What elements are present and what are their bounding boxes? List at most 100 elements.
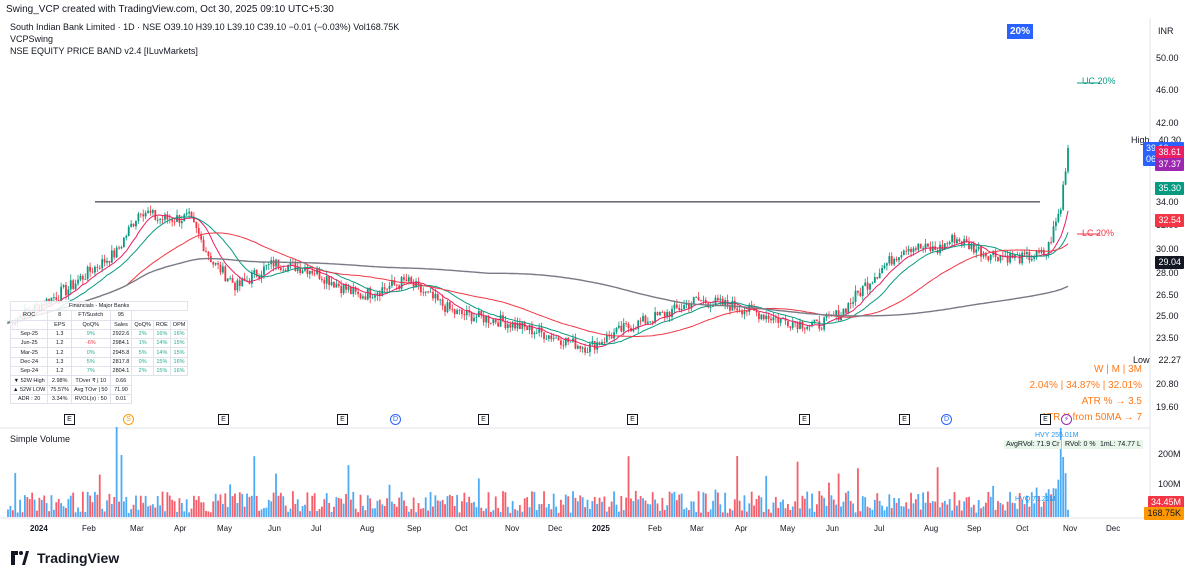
candle-body <box>115 247 118 258</box>
volume-bar <box>77 507 79 517</box>
volume-bar <box>463 492 466 517</box>
chart-canvas[interactable] <box>0 0 1200 577</box>
volume-bar <box>678 494 681 517</box>
tradingview-logo[interactable]: TradingView <box>8 550 119 566</box>
volume-bar <box>376 500 379 517</box>
volume-bar <box>135 495 137 517</box>
table-cell: QoQ% <box>71 319 111 330</box>
volume-bar <box>65 507 67 517</box>
candle-body <box>646 321 649 324</box>
volume-bar <box>567 496 570 517</box>
candle-body <box>922 248 925 249</box>
volume-bar <box>627 456 630 517</box>
candle-body <box>700 300 702 302</box>
volume-bar <box>36 510 38 517</box>
volume-bar <box>98 474 101 517</box>
candle-body <box>890 256 893 265</box>
event-marker[interactable]: E <box>1040 414 1051 425</box>
candle-body <box>929 246 932 251</box>
event-marker[interactable]: E <box>337 414 348 425</box>
volume-bar <box>521 511 524 517</box>
volume-bar <box>436 500 439 517</box>
indicator-vcpswing[interactable]: VCPSwing <box>10 33 399 45</box>
event-marker[interactable]: E <box>627 414 638 425</box>
candle-body <box>214 263 217 265</box>
volume-bar <box>284 505 287 517</box>
candle-body <box>550 335 553 340</box>
volume-bar <box>987 492 990 517</box>
candle-body <box>767 315 770 319</box>
candle-body <box>765 315 768 320</box>
volume-bar <box>656 503 659 517</box>
table-cell: 5% <box>131 347 154 358</box>
event-marker[interactable]: ⚡ <box>1061 414 1072 425</box>
event-marker[interactable]: E <box>799 414 810 425</box>
event-marker[interactable]: S <box>123 414 134 425</box>
event-marker[interactable]: D <box>390 414 401 425</box>
volume-bar <box>9 505 12 517</box>
candle-body <box>987 256 990 261</box>
volume-bar <box>391 501 393 517</box>
volume-bar <box>55 502 58 517</box>
event-marker[interactable]: E <box>899 414 910 425</box>
volume-bar <box>475 507 478 517</box>
volume-pane-title[interactable]: Simple Volume <box>10 434 70 444</box>
candle-body <box>188 211 190 214</box>
volume-bar <box>1023 504 1026 517</box>
candle-body <box>84 279 87 280</box>
candle-body <box>946 243 949 245</box>
volume-bar <box>854 512 857 517</box>
volume-bar <box>898 498 900 517</box>
volume-bar <box>477 478 480 517</box>
event-marker[interactable]: E <box>478 414 489 425</box>
volume-bar <box>1057 479 1060 517</box>
volume-bar <box>550 509 553 517</box>
currency-label[interactable]: INR <box>1158 26 1174 36</box>
volume-bar <box>970 507 973 517</box>
volume-bar <box>697 491 700 517</box>
volume-bar <box>84 511 87 517</box>
price-tick: 50.00 <box>1156 53 1179 63</box>
candle-body <box>147 210 149 213</box>
volume-bar <box>127 512 130 517</box>
volume-bar <box>823 497 826 517</box>
candle-body <box>492 319 495 324</box>
table-cell: 1% <box>131 338 154 349</box>
volume-bar <box>456 494 459 517</box>
volume-bar <box>777 507 780 517</box>
volume-bar <box>154 507 157 517</box>
candle-body <box>263 266 265 275</box>
time-axis[interactable]: 2024 Feb Mar Apr May Jun Jul Aug Sep Oct Nov Dec 202… <box>0 518 1150 536</box>
volume-bar <box>591 501 594 517</box>
volume-bar <box>603 496 606 517</box>
volume-bar <box>263 508 265 517</box>
candle-body <box>951 234 954 242</box>
table-cell: ▼ 52W High <box>9 375 49 386</box>
table-cell: TOver ₹ | 10 <box>71 375 111 386</box>
volume-bar <box>994 509 997 517</box>
volume-bar <box>260 509 263 517</box>
candle-body <box>424 291 427 293</box>
candle-body <box>475 316 478 318</box>
indicator-price-band[interactable]: NSE EQUITY PRICE BAND v2.4 [ILuvMarkets] <box>10 45 399 57</box>
volume-bar <box>106 500 108 517</box>
volume-bar <box>617 511 620 517</box>
event-marker[interactable]: D <box>941 414 952 425</box>
candle-body <box>958 239 961 242</box>
candle-body <box>429 291 432 293</box>
symbol-ohlc-line[interactable]: South Indian Bank Limited · 1D · NSE O39… <box>10 21 399 33</box>
volume-bar <box>183 511 186 517</box>
volume-bar <box>683 509 685 517</box>
volume-bar <box>258 510 261 517</box>
event-marker[interactable]: E <box>218 414 229 425</box>
volume-bar <box>772 502 775 517</box>
volume-bar <box>852 503 855 517</box>
event-marker[interactable]: E <box>64 414 75 425</box>
volume-bar <box>120 455 123 517</box>
table-cell: FT/Sustch <box>71 310 111 321</box>
candle-body <box>547 335 550 339</box>
avg-rvol-label: AvgRVol: 71.9 Cr <box>1004 440 1062 449</box>
volume-bar <box>207 511 210 517</box>
volume-bar <box>779 501 782 517</box>
candle-body <box>801 321 804 329</box>
